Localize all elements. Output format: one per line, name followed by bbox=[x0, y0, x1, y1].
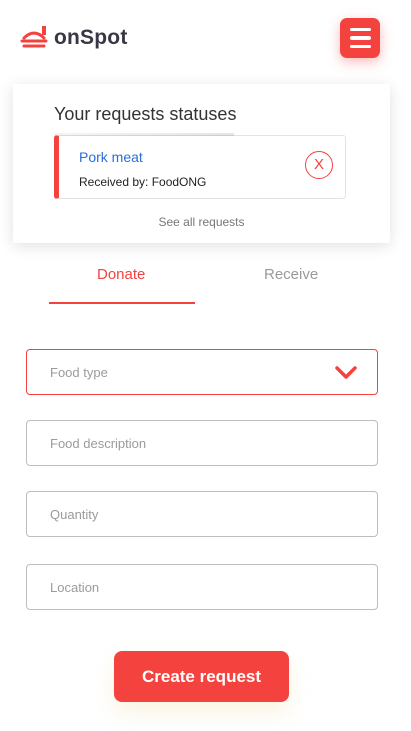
app-header: onSpot bbox=[0, 0, 411, 80]
food-tray-icon bbox=[20, 26, 48, 48]
see-all-requests-link[interactable]: See all requests bbox=[13, 215, 390, 229]
quantity-placeholder: Quantity bbox=[50, 507, 99, 522]
hamburger-menu-icon-bar bbox=[349, 44, 371, 49]
request-status: Received by: FoodONG bbox=[79, 175, 207, 189]
chevron-down-icon bbox=[335, 366, 357, 379]
active-tab-indicator bbox=[49, 302, 195, 304]
food-description-placeholder: Food description bbox=[50, 436, 147, 451]
request-card[interactable]: Pork meat Received by: FoodONG X bbox=[54, 133, 346, 199]
hamburger-menu-icon-bar bbox=[349, 36, 371, 40]
food-type-select[interactable]: Food type bbox=[26, 349, 378, 395]
menu-button[interactable] bbox=[340, 18, 380, 58]
food-description-input[interactable]: Food description bbox=[26, 420, 378, 466]
logo[interactable]: onSpot bbox=[20, 24, 128, 52]
requests-status-panel: Your requests statuses Pork meat Receive… bbox=[13, 84, 390, 243]
food-type-placeholder: Food type bbox=[50, 365, 108, 380]
quantity-input[interactable]: Quantity bbox=[26, 491, 378, 537]
tab-receive[interactable]: Receive bbox=[264, 266, 318, 283]
app-name: onSpot bbox=[54, 26, 128, 49]
create-request-button[interactable]: Create request bbox=[114, 651, 289, 702]
tab-donate[interactable]: Donate bbox=[97, 266, 145, 283]
hamburger-menu-icon bbox=[349, 27, 371, 32]
location-input[interactable]: Location bbox=[26, 564, 378, 610]
panel-title: Your requests statuses bbox=[54, 104, 237, 124]
close-icon[interactable]: X bbox=[305, 151, 333, 179]
page: onSpot Your requests statuses Pork meat … bbox=[0, 0, 411, 731]
request-name[interactable]: Pork meat bbox=[79, 149, 143, 165]
location-placeholder: Location bbox=[50, 580, 100, 595]
